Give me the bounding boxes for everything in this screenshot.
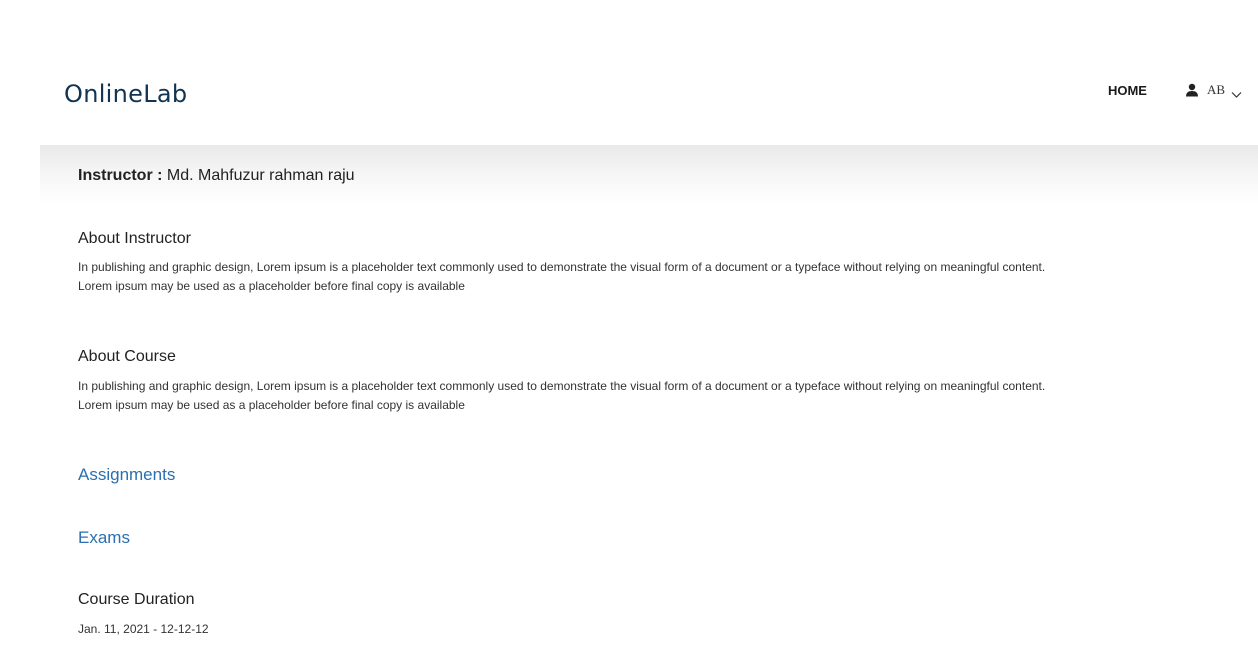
assignments-link[interactable]: Assignments <box>78 465 175 485</box>
instructor-line: Instructor : Md. Mahfuzur rahman raju <box>78 167 355 185</box>
about-course-text: In publishing and graphic design, Lorem … <box>78 379 1046 412</box>
course-duration-title: Course Duration <box>78 591 195 608</box>
user-initials: AB <box>1206 82 1225 97</box>
about-instructor-title: About Instructor <box>78 230 191 247</box>
brand-logo[interactable]: OnlineLab <box>64 80 187 108</box>
nav-home-link[interactable]: HOME <box>1108 83 1147 98</box>
instructor-name: Md. Mahfuzur rahman raju <box>166 167 355 184</box>
user-icon <box>1185 83 1199 97</box>
instructor-label: Instructor : <box>78 167 163 184</box>
user-menu-dropdown[interactable]: AB <box>1185 82 1242 98</box>
about-course-title: About Course <box>78 348 176 365</box>
exams-link[interactable]: Exams <box>78 528 130 548</box>
navbar: OnlineLab HOME AB <box>0 0 1258 145</box>
about-instructor-text: In publishing and graphic design, Lorem … <box>78 260 1046 293</box>
course-duration-value: Jan. 11, 2021 - 12-12-12 <box>78 622 209 636</box>
nav-right: HOME AB <box>1108 82 1242 98</box>
chevron-down-icon <box>1231 86 1242 98</box>
